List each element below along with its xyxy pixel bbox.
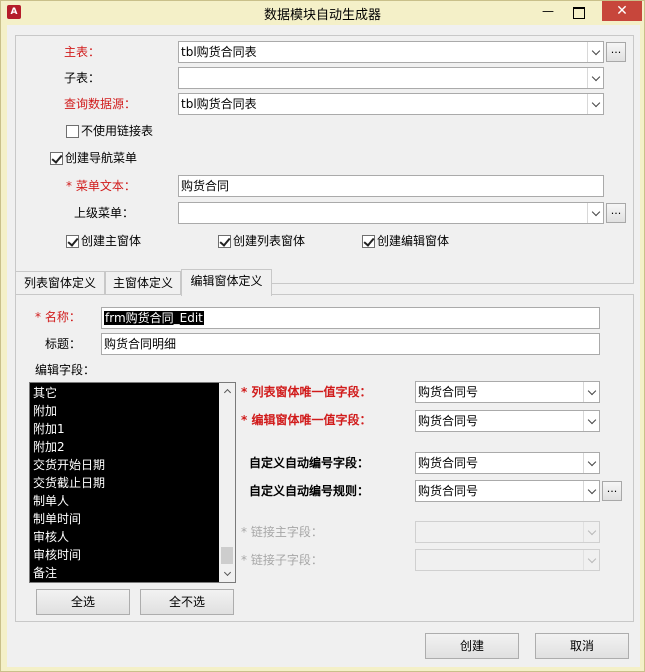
no-link-table-label: 不使用链接表 [81,124,154,138]
list-item[interactable]: 其它 [33,384,105,402]
app-window: A 数据模块自动生成器 — ✕ 主表： tbl购货合同表 ... 子表： 查询数… [0,0,645,672]
list-item[interactable]: 附加1 [33,420,105,438]
edit-fields-label: 编辑字段： [35,363,96,377]
chevron-down-icon[interactable] [583,522,599,542]
list-item[interactable]: 附加2 [33,438,105,456]
list-item[interactable]: 审核时间 [33,546,105,564]
main-table-value: tbl购货合同表 [181,45,257,59]
maximize-icon[interactable] [569,5,587,19]
edit-unique-field-value: 购货合同号 [418,414,479,428]
scrollbar-thumb[interactable] [221,547,233,564]
list-item[interactable]: 交货截止日期 [33,474,105,492]
caption-label: 标题： [45,337,82,351]
query-source-value: tbl购货合同表 [181,97,257,111]
tab-main-form[interactable]: 主窗体定义 [105,271,181,295]
chevron-down-icon[interactable] [587,42,603,62]
close-icon[interactable]: ✕ [602,1,642,21]
parent-menu-label: 上级菜单： [74,206,135,220]
scroll-down-icon[interactable] [219,566,235,582]
list-item[interactable]: 附加 [33,402,105,420]
link-child-field-label: * 链接子字段： [241,553,323,567]
list-item[interactable]: 审核人 [33,528,105,546]
main-table-label: 主表： [64,45,101,59]
chevron-down-icon[interactable] [583,481,599,501]
chevron-down-icon[interactable] [583,453,599,473]
list-unique-field-label: * 列表窗体唯一值字段： [241,385,372,399]
query-source-label: 查询数据源： [64,97,137,111]
auto-number-rule-value: 购货合同号 [418,484,479,498]
create-edit-form-label: 创建编辑窗体 [377,234,450,248]
select-none-button[interactable]: 全不选 [140,589,234,615]
form-name-value: frm购货合同_Edit [104,311,204,325]
auto-number-rule-label: 自定义自动编号规则： [249,484,370,498]
list-item[interactable]: 备注 [33,564,105,582]
parent-menu-browse-button[interactable]: ... [606,203,626,223]
edit-unique-field-combo[interactable]: 购货合同号 [415,410,600,432]
menu-text-input[interactable]: 购货合同 [178,175,604,197]
list-item[interactable]: 制单时间 [33,510,105,528]
title-bar[interactable]: A 数据模块自动生成器 — ✕ [1,1,644,23]
fields-scrollbar[interactable] [219,383,235,582]
auto-number-rule-browse-button[interactable]: ... [602,481,622,501]
edit-fields-listbox[interactable]: 其它 附加 附加1 附加2 交货开始日期 交货截止日期 制单人 制单时间 审核人… [29,382,236,583]
edit-fields-items: 其它 附加 附加1 附加2 交货开始日期 交货截止日期 制单人 制单时间 审核人… [33,384,105,582]
list-item[interactable]: 交货开始日期 [33,456,105,474]
no-link-table-checkbox[interactable] [66,125,79,138]
create-nav-menu-label: 创建导航菜单 [65,151,138,165]
list-item[interactable]: 制单人 [33,492,105,510]
form-name-input[interactable]: frm购货合同_Edit [101,307,600,329]
parent-menu-combo[interactable] [178,202,604,224]
select-all-button[interactable]: 全选 [36,589,130,615]
auto-number-field-label: 自定义自动编号字段： [249,456,370,470]
link-master-field-label: * 链接主字段： [241,525,323,539]
create-main-form-label: 创建主窗体 [81,234,142,248]
main-table-combo[interactable]: tbl购货合同表 [178,41,604,63]
caption-input[interactable]: 购货合同明细 [101,333,600,355]
sub-table-label: 子表： [64,71,101,85]
scroll-up-icon[interactable] [219,383,235,399]
edit-unique-field-label: * 编辑窗体唯一值字段： [241,413,372,427]
menu-text-label: * 菜单文本： [66,179,136,193]
chevron-down-icon[interactable] [583,411,599,431]
create-button[interactable]: 创建 [425,633,519,659]
auto-number-field-combo[interactable]: 购货合同号 [415,452,600,474]
list-unique-field-value: 购货合同号 [418,385,479,399]
sub-table-combo[interactable] [178,67,604,89]
create-list-form-label: 创建列表窗体 [233,234,306,248]
dialog-client: 主表： tbl购货合同表 ... 子表： 查询数据源： tbl购货合同表 不使用… [7,25,640,667]
tab-edit-form[interactable]: 编辑窗体定义 [181,269,272,296]
general-settings-group: 主表： tbl购货合同表 ... 子表： 查询数据源： tbl购货合同表 不使用… [15,35,634,284]
minimize-icon[interactable]: — [539,5,557,19]
main-table-browse-button[interactable]: ... [606,42,626,62]
chevron-down-icon[interactable] [583,550,599,570]
form-name-label: * 名称： [35,310,81,324]
chevron-down-icon[interactable] [587,203,603,223]
auto-number-field-value: 购货合同号 [418,456,479,470]
create-nav-menu-checkbox[interactable] [50,152,63,165]
create-list-form-checkbox[interactable] [218,235,231,248]
create-main-form-checkbox[interactable] [66,235,79,248]
link-master-field-combo[interactable] [415,521,600,543]
create-edit-form-checkbox[interactable] [362,235,375,248]
list-unique-field-combo[interactable]: 购货合同号 [415,381,600,403]
chevron-down-icon[interactable] [587,94,603,114]
auto-number-rule-combo[interactable]: 购货合同号 [415,480,600,502]
tab-list-form[interactable]: 列表窗体定义 [15,271,105,295]
link-child-field-combo[interactable] [415,549,600,571]
cancel-button[interactable]: 取消 [535,633,629,659]
chevron-down-icon[interactable] [587,68,603,88]
chevron-down-icon[interactable] [583,382,599,402]
query-source-combo[interactable]: tbl购货合同表 [178,93,604,115]
